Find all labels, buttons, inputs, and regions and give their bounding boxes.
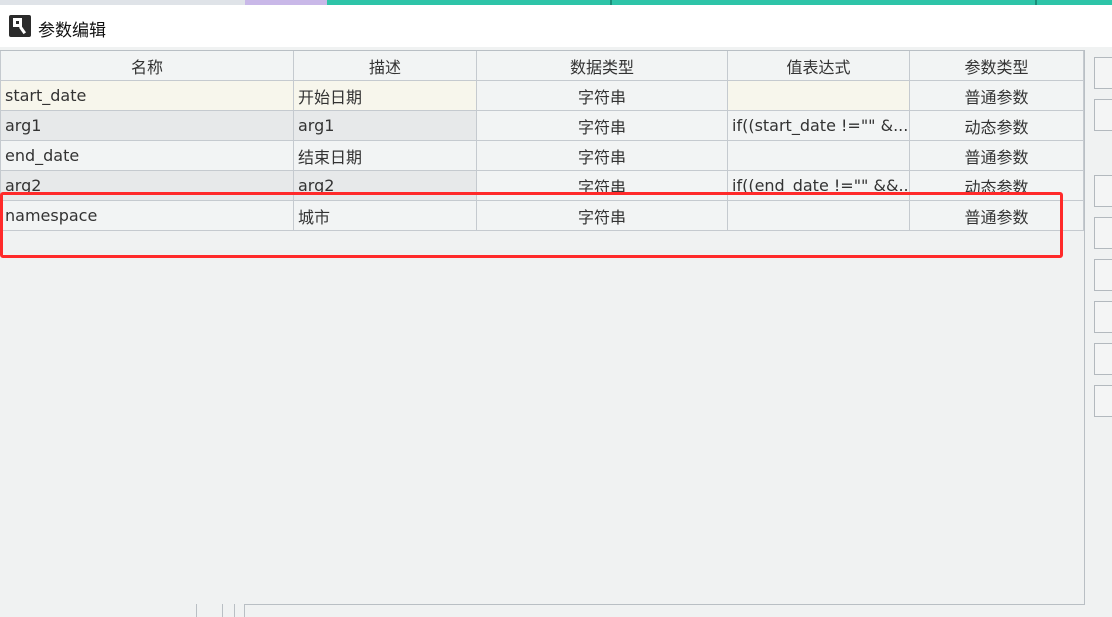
column-header-description[interactable]: 描述 — [293, 51, 477, 81]
background-app-bottom — [0, 604, 245, 617]
cell-description[interactable]: 开始日期 — [293, 80, 477, 111]
side-action-button[interactable] — [1094, 343, 1112, 375]
side-action-button[interactable] — [1094, 99, 1112, 131]
cell-name[interactable]: arg2 — [0, 170, 294, 201]
cell-data-type[interactable]: 字符串 — [476, 140, 728, 171]
side-action-button[interactable] — [1094, 259, 1112, 291]
background-divider — [222, 604, 223, 617]
background-divider — [244, 604, 245, 617]
cell-name[interactable]: arg1 — [0, 110, 294, 141]
column-header-name[interactable]: 名称 — [0, 51, 294, 81]
table-row[interactable]: arg2 arg2 字符串 if((end_date !="" &&... 动态… — [0, 170, 1084, 201]
cell-expression[interactable]: if((end_date !="" &&... — [727, 170, 910, 201]
cell-param-type[interactable]: 动态参数 — [909, 110, 1084, 141]
side-action-button[interactable] — [1094, 57, 1112, 89]
cell-description[interactable]: arg1 — [293, 110, 477, 141]
table-row[interactable]: namespace 城市 字符串 普通参数 — [0, 200, 1084, 231]
cell-data-type[interactable]: 字符串 — [476, 200, 728, 231]
dialog-title: 参数编辑 — [38, 21, 106, 41]
table-row[interactable]: arg1 arg1 字符串 if((start_date !="" &... 动… — [0, 110, 1084, 141]
dialog-body: 名称 描述 数据类型 值表达式 参数类型 start_date 开始日期 字符串… — [0, 47, 1112, 617]
side-action-button[interactable] — [1094, 301, 1112, 333]
cell-expression[interactable] — [727, 200, 910, 231]
cell-description[interactable]: 城市 — [293, 200, 477, 231]
report-app-icon — [9, 15, 31, 37]
column-header-data-type[interactable]: 数据类型 — [476, 51, 728, 81]
cell-param-type[interactable]: 普通参数 — [909, 140, 1084, 171]
column-header-param-type[interactable]: 参数类型 — [909, 51, 1084, 81]
side-action-button[interactable] — [1094, 217, 1112, 249]
cell-data-type[interactable]: 字符串 — [476, 110, 728, 141]
cell-data-type[interactable]: 字符串 — [476, 80, 728, 111]
side-action-button[interactable] — [1094, 175, 1112, 207]
table-row[interactable]: start_date 开始日期 字符串 普通参数 — [0, 80, 1084, 111]
background-divider — [196, 604, 197, 617]
background-divider — [234, 604, 235, 617]
cell-name[interactable]: end_date — [0, 140, 294, 171]
cell-name[interactable]: start_date — [0, 80, 294, 111]
cell-expression[interactable] — [727, 140, 910, 171]
cell-description[interactable]: arg2 — [293, 170, 477, 201]
dialog-titlebar[interactable]: 参数编辑 — [0, 5, 1112, 47]
parameter-table-container: 名称 描述 数据类型 值表达式 参数类型 start_date 开始日期 字符串… — [0, 50, 1085, 605]
cell-param-type[interactable]: 普通参数 — [909, 200, 1084, 231]
cell-name[interactable]: namespace — [0, 200, 294, 231]
cell-param-type[interactable]: 普通参数 — [909, 80, 1084, 111]
cell-description[interactable]: 结束日期 — [293, 140, 477, 171]
table-row[interactable]: end_date 结束日期 字符串 普通参数 — [0, 140, 1084, 171]
table-header-row: 名称 描述 数据类型 值表达式 参数类型 — [0, 51, 1084, 81]
cell-expression[interactable]: if((start_date !="" &... — [727, 110, 910, 141]
cell-data-type[interactable]: 字符串 — [476, 170, 728, 201]
cell-param-type[interactable]: 动态参数 — [909, 170, 1084, 201]
column-header-expression[interactable]: 值表达式 — [727, 51, 910, 81]
side-action-button[interactable] — [1094, 385, 1112, 417]
cell-expression[interactable] — [727, 80, 910, 111]
parameter-table: 名称 描述 数据类型 值表达式 参数类型 start_date 开始日期 字符串… — [0, 51, 1084, 231]
